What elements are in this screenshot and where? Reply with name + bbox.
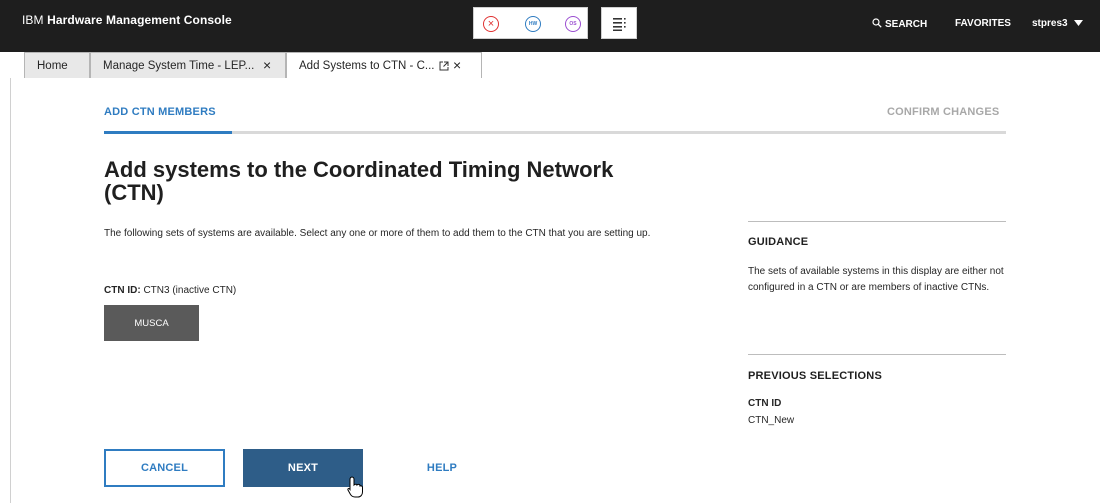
popout-icon[interactable]: [439, 61, 449, 71]
ctn-id-line: CTN ID: CTN3 (inactive CTN): [104, 285, 237, 296]
os-icon[interactable]: OS: [565, 16, 581, 32]
tab-manage-system-time[interactable]: Manage System Time - LEP... ×: [90, 52, 286, 78]
top-bar: IBM Hardware Management Console × HW OS …: [0, 0, 1100, 52]
close-tab-icon[interactable]: ×: [263, 57, 271, 73]
chevron-down-icon: [1074, 20, 1084, 26]
close-tab-icon[interactable]: ×: [453, 57, 461, 73]
step-add-ctn-members: ADD CTN MEMBERS: [104, 106, 216, 118]
previous-ctn-id-value: CTN_New: [748, 415, 795, 426]
quick-icons-group: × HW OS: [473, 7, 588, 39]
progress-bar-remaining: [232, 131, 1006, 134]
step-confirm-changes: CONFIRM CHANGES: [887, 106, 1000, 118]
user-menu[interactable]: stpres3: [1032, 18, 1084, 29]
brand-name: Hardware Management Console: [47, 13, 232, 27]
system-button-musca[interactable]: MUSCA: [104, 305, 199, 341]
previous-ctn-id-label: CTN ID: [748, 398, 782, 409]
page-description: The following sets of systems are availa…: [104, 228, 651, 239]
guidance-title: GUIDANCE: [748, 236, 809, 248]
previous-selections-title: PREVIOUS SELECTIONS: [748, 370, 882, 382]
tab-home[interactable]: Home: [24, 52, 90, 78]
next-button[interactable]: NEXT: [243, 449, 363, 487]
search-link[interactable]: SEARCH: [872, 18, 927, 30]
brand-title: IBM Hardware Management Console: [22, 13, 232, 27]
guidance-text: The sets of available systems in this di…: [748, 266, 1004, 293]
cancel-button[interactable]: CANCEL: [104, 449, 225, 487]
search-icon: [872, 18, 882, 28]
divider: [748, 354, 1006, 355]
favorites-link[interactable]: FAVORITES: [955, 18, 1011, 29]
progress-bar-current: [104, 131, 232, 134]
task-list-button[interactable]: [601, 7, 637, 39]
task-list-icon: [613, 18, 626, 31]
help-link[interactable]: HELP: [405, 449, 479, 487]
hand-cursor-icon: [347, 476, 363, 498]
brand-prefix: IBM: [22, 13, 44, 27]
close-circle-icon[interactable]: ×: [483, 16, 499, 32]
page-title: Add systems to the Coordinated Timing Ne…: [104, 157, 614, 205]
hw-icon[interactable]: HW: [525, 16, 541, 32]
tab-add-systems-to-ctn[interactable]: Add Systems to CTN - C... ×: [286, 52, 482, 78]
divider: [748, 221, 1006, 222]
